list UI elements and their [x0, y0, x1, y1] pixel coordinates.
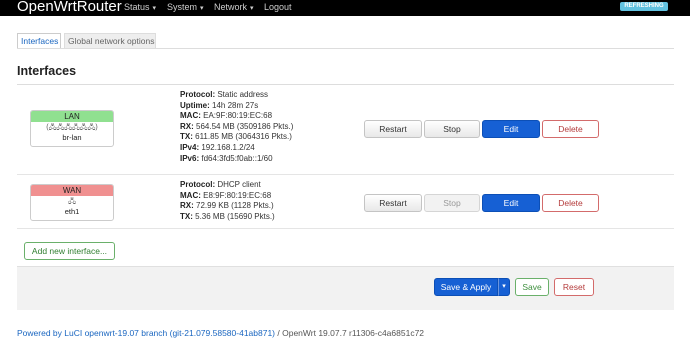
detail-line: TX: 611.85 MB (3064316 Pkts.): [180, 132, 293, 143]
detail-key: TX:: [180, 211, 193, 221]
detail-key: MAC:: [180, 111, 201, 121]
detail-line: MAC: E8:9F:80:19:EC:68: [180, 191, 275, 202]
network-port-icons: (🖧🖧🖧🖧🖧🖧): [46, 124, 98, 131]
row-divider: [17, 174, 674, 175]
detail-value: 611.85 MB (3064316 Pkts.): [192, 132, 292, 142]
detail-line: IPv6: fd64:3fd5:f0ab::1/60: [180, 154, 293, 165]
menu-network-label: Network: [214, 2, 248, 12]
network-port-icon: 🖧: [68, 198, 76, 205]
menu-status[interactable]: Status ▾: [124, 1, 156, 15]
reset-button[interactable]: Reset: [554, 278, 594, 296]
tab-divider: [17, 48, 674, 49]
detail-key: RX:: [180, 121, 194, 131]
openwrt-version: / OpenWrt 19.07.7 r11306-c4a6851c72: [275, 328, 425, 338]
detail-key: Protocol:: [180, 90, 216, 99]
detail-value: 564.54 MB (3509186 Pkts.): [193, 121, 294, 131]
interface-badge-lan: LAN (🖧🖧🖧🖧🖧🖧) br-lan: [30, 110, 114, 147]
restart-button[interactable]: Restart: [364, 194, 422, 212]
page-title: Interfaces: [17, 64, 77, 78]
detail-key: Protocol:: [180, 180, 216, 189]
detail-value: 192.168.1.2/24: [199, 142, 255, 152]
add-interface-button[interactable]: Add new interface...: [24, 242, 115, 260]
stop-button[interactable]: Stop: [424, 194, 480, 212]
interface-device: eth1: [64, 207, 80, 216]
detail-value: 72.99 KB (1128 Pkts.): [193, 201, 274, 211]
detail-value: Static address: [215, 90, 269, 99]
interface-details-wan: Protocol: DHCP client MAC: E8:9F:80:19:E…: [180, 180, 275, 222]
brand-logo[interactable]: OpenWrtRouter: [17, 0, 122, 16]
delete-button[interactable]: Delete: [542, 120, 599, 138]
detail-line: MAC: EA:9F:80:19:EC:68: [180, 111, 293, 122]
interface-device: br-lan: [62, 133, 82, 142]
stop-button[interactable]: Stop: [424, 120, 480, 138]
detail-value: E8:9F:80:19:EC:68: [200, 190, 272, 200]
delete-button[interactable]: Delete: [542, 194, 599, 212]
top-navbar: OpenWrtRouter Status ▾ System ▾ Network ▾ L…: [0, 0, 690, 16]
detail-key: IPv6:: [180, 153, 200, 163]
save-apply-button[interactable]: Save & Apply: [434, 278, 498, 296]
chevron-down-icon: ▾: [200, 5, 204, 12]
detail-line: Protocol: DHCP client: [180, 180, 275, 191]
chevron-down-icon: ▾: [152, 5, 157, 12]
interface-details-lan: Protocol: Static address Uptime: 14h 28m…: [180, 90, 293, 164]
edit-button[interactable]: Edit: [482, 194, 540, 212]
detail-value: EA:9F:80:19:EC:68: [200, 111, 273, 121]
menu-network[interactable]: Network ▾: [214, 1, 254, 15]
detail-value: DHCP client: [215, 180, 261, 189]
luci-link[interactable]: LuCI openwrt-19.07 branch (git-21.079.58…: [64, 328, 275, 338]
detail-line: TX: 5.36 MB (15690 Pkts.): [180, 212, 275, 223]
menu-system[interactable]: System ▾: [167, 1, 204, 15]
edit-button[interactable]: Edit: [482, 120, 540, 138]
menu-logout[interactable]: Logout: [264, 1, 292, 13]
detail-line: RX: 72.99 KB (1128 Pkts.): [180, 201, 275, 212]
detail-key: RX:: [180, 201, 194, 211]
chevron-down-icon: ▾: [250, 5, 254, 12]
detail-value: fd64:3fd5:f0ab::1/60: [199, 153, 273, 163]
detail-key: MAC:: [180, 190, 201, 200]
tab-global-network-options[interactable]: Global network options: [64, 33, 156, 49]
interface-name: LAN: [31, 111, 113, 122]
interface-badge-wan: WAN 🖧 eth1: [30, 184, 114, 221]
table-divider: [17, 84, 674, 85]
detail-value: 14h 28m 27s: [209, 100, 259, 110]
restart-button[interactable]: Restart: [364, 120, 422, 138]
detail-line: IPv4: 192.168.1.2/24: [180, 143, 293, 154]
menu-system-label: System: [167, 2, 198, 12]
detail-key: Uptime:: [180, 100, 210, 110]
detail-line: Protocol: Static address: [180, 90, 293, 101]
chevron-down-icon[interactable]: ▾: [498, 278, 510, 296]
refreshing-badge[interactable]: REFRESHING: [620, 2, 668, 11]
powered-by-prefix[interactable]: Powered by: [17, 328, 64, 338]
row-divider: [17, 228, 674, 229]
powered-by-footer: Powered by LuCI openwrt-19.07 branch (gi…: [17, 328, 424, 338]
menu-status-label: Status: [124, 2, 150, 12]
detail-key: IPv4:: [180, 142, 200, 152]
detail-key: TX:: [180, 132, 193, 142]
detail-line: RX: 564.54 MB (3509186 Pkts.): [180, 122, 293, 133]
interface-name: WAN: [31, 185, 113, 196]
detail-line: Uptime: 14h 28m 27s: [180, 101, 293, 112]
detail-value: 5.36 MB (15690 Pkts.): [192, 211, 275, 221]
tab-interfaces[interactable]: Interfaces: [17, 33, 61, 49]
menu-logout-label: Logout: [264, 2, 292, 12]
save-button[interactable]: Save: [515, 278, 549, 296]
